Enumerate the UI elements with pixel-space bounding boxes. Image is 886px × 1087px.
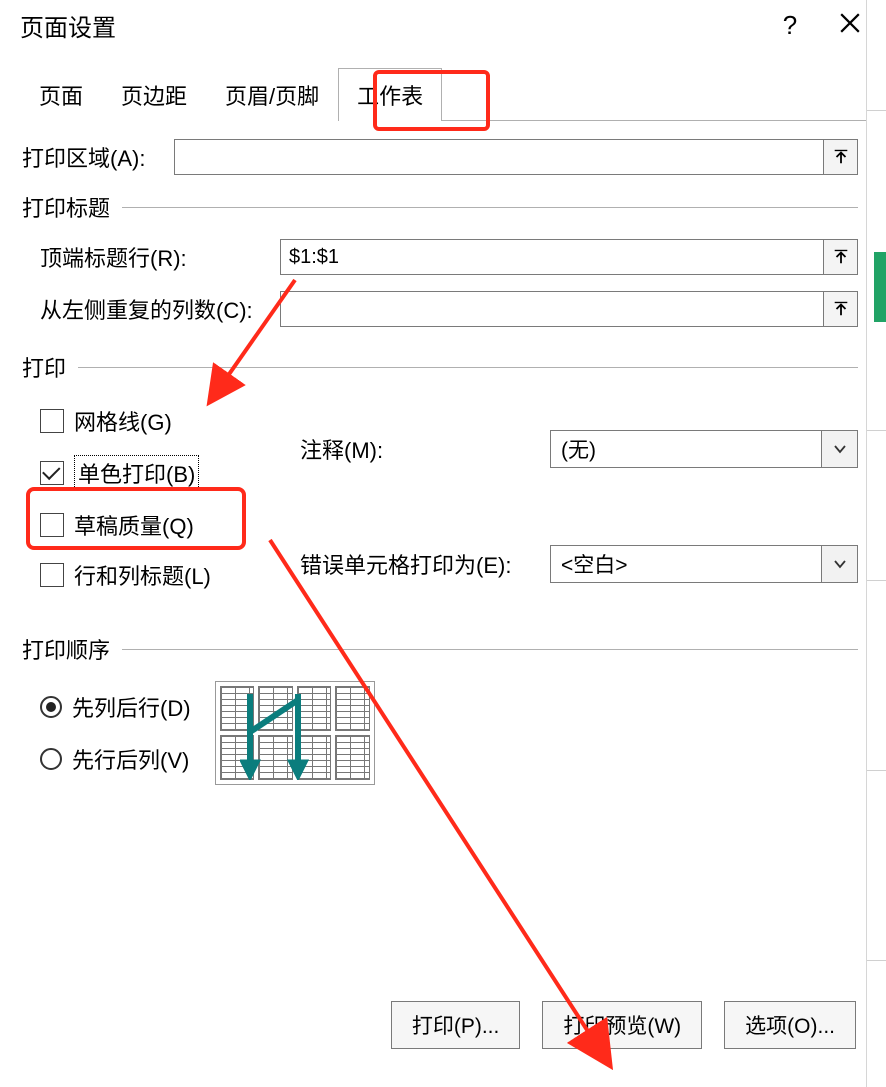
checkbox-icon	[40, 461, 64, 485]
dialog-content: 打印区域(A): 打印标题 顶端标题行(R): 从左侧重复的列数(C):	[0, 121, 886, 785]
title-rows-label: 顶端标题行(R):	[40, 241, 280, 273]
errors-dropdown[interactable]: <空白>	[550, 545, 858, 583]
checkbox-row-col-headings[interactable]: 行和列标题(L)	[40, 559, 290, 591]
comments-label: 注释(M):	[300, 433, 550, 465]
down-then-over-label: 先列后行(D)	[72, 691, 191, 723]
checkbox-draft[interactable]: 草稿质量(Q)	[40, 509, 290, 541]
separator	[122, 649, 858, 650]
comments-dropdown[interactable]: (无)	[550, 430, 858, 468]
section-print: 打印	[22, 351, 858, 383]
checkbox-black-white[interactable]: 单色打印(B)	[40, 455, 290, 491]
dialog-title: 页面设置	[20, 8, 760, 43]
row-title-rows: 顶端标题行(R):	[40, 239, 858, 275]
print-preview-button[interactable]: 打印预览(W)	[542, 1001, 702, 1049]
collapse-range-icon[interactable]	[823, 140, 857, 174]
title-cols-label: 从左侧重复的列数(C):	[40, 293, 280, 325]
row-title-cols: 从左侧重复的列数(C):	[40, 291, 858, 327]
chevron-down-icon	[821, 546, 857, 582]
title-rows-refedit	[280, 239, 858, 275]
tab-page[interactable]: 页面	[20, 68, 102, 121]
dialog-titlebar: 页面设置 ?	[0, 0, 886, 57]
checkbox-icon	[40, 409, 64, 433]
checkbox-gridlines[interactable]: 网格线(G)	[40, 405, 290, 437]
print-order-header: 打印顺序	[22, 633, 110, 665]
tab-margins[interactable]: 页边距	[102, 68, 206, 121]
black-white-label: 单色打印(B)	[74, 455, 199, 491]
print-area-input[interactable]	[175, 140, 823, 174]
print-titles-label: 打印标题	[22, 191, 110, 223]
radio-over-then-down[interactable]: 先行后列(V)	[40, 743, 191, 775]
separator	[78, 367, 858, 368]
checkbox-icon	[40, 563, 64, 587]
tab-sheet[interactable]: 工作表	[338, 68, 442, 121]
title-cols-refedit	[280, 291, 858, 327]
row-col-headings-label: 行和列标题(L)	[74, 559, 211, 591]
section-print-titles: 打印标题	[22, 191, 858, 223]
options-button[interactable]: 选项(O)...	[724, 1001, 856, 1049]
dialog-buttons: 打印(P)... 打印预览(W) 选项(O)...	[391, 1001, 856, 1049]
radio-icon	[40, 748, 62, 770]
print-button[interactable]: 打印(P)...	[391, 1001, 521, 1049]
help-button[interactable]: ?	[760, 10, 820, 41]
section-print-order: 打印顺序	[22, 633, 858, 665]
over-then-down-label: 先行后列(V)	[72, 743, 189, 775]
comments-value: (无)	[551, 434, 821, 464]
gridlines-label: 网格线(G)	[74, 405, 172, 437]
print-order-illustration	[215, 681, 375, 785]
row-print-area: 打印区域(A):	[22, 139, 858, 175]
print-header: 打印	[22, 351, 66, 383]
errors-value: <空白>	[551, 549, 821, 579]
radio-icon	[40, 696, 62, 718]
errors-label: 错误单元格打印为(E):	[300, 548, 550, 580]
tab-header-footer[interactable]: 页眉/页脚	[206, 68, 338, 121]
print-area-refedit	[174, 139, 858, 175]
radio-down-then-over[interactable]: 先列后行(D)	[40, 691, 191, 723]
tab-strip: 页面 页边距 页眉/页脚 工作表	[20, 67, 886, 121]
chevron-down-icon	[821, 431, 857, 467]
print-area-label: 打印区域(A):	[22, 141, 174, 173]
draft-label: 草稿质量(Q)	[74, 509, 194, 541]
title-rows-input[interactable]	[281, 240, 823, 274]
collapse-range-icon[interactable]	[823, 240, 857, 274]
title-cols-input[interactable]	[281, 292, 823, 326]
checkbox-icon	[40, 513, 64, 537]
collapse-range-icon[interactable]	[823, 292, 857, 326]
separator	[122, 207, 858, 208]
